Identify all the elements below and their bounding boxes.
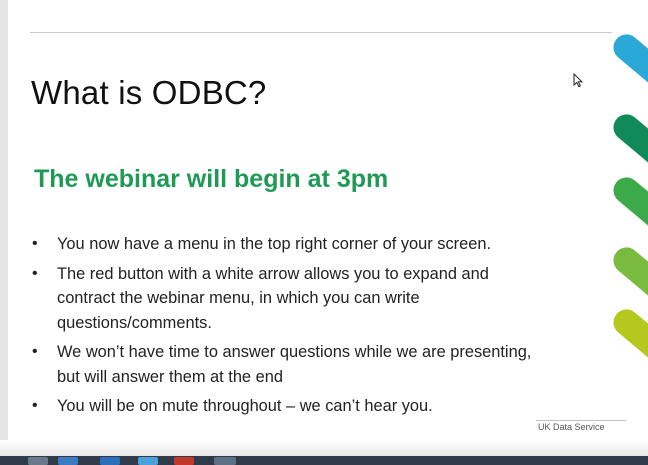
decorative-stripe-green	[608, 172, 648, 250]
bullet-item: • We won’t have time to answer questions…	[30, 340, 550, 389]
window-left-edge	[0, 0, 8, 440]
bullet-marker: •	[32, 397, 38, 414]
taskbar-app-icon[interactable]	[138, 457, 158, 465]
bullet-marker: •	[32, 343, 38, 360]
slide-title: What is ODBC?	[31, 74, 267, 111]
screen: What is ODBC? The webinar will begin at …	[0, 0, 648, 465]
taskbar-app-icon[interactable]	[174, 457, 194, 465]
decorative-stripe-lime	[608, 304, 648, 382]
bullet-item: • The red button with a white arrow allo…	[30, 262, 550, 336]
slide-subtitle: The webinar will begin at 3pm	[34, 165, 389, 193]
bullet-marker: •	[32, 235, 38, 252]
mouse-pointer-icon	[573, 72, 584, 93]
footer-divider-left	[536, 420, 626, 421]
bullet-item: • You will be on mute throughout – we ca…	[30, 394, 550, 419]
taskbar	[0, 456, 648, 465]
slide-top-divider	[30, 32, 612, 33]
taskbar-app-icon[interactable]	[214, 457, 236, 465]
slide-bottom-fade	[0, 440, 648, 456]
bullet-list: • You now have a menu in the top right c…	[30, 232, 550, 424]
footer-logo-text: UK Data Service	[538, 422, 605, 432]
taskbar-app-icon[interactable]	[100, 457, 120, 465]
presentation-slide: What is ODBC? The webinar will begin at …	[8, 0, 648, 438]
bullet-text: You will be on mute throughout – we can’…	[57, 397, 433, 415]
decorative-stripe-dark-green	[608, 109, 648, 187]
bullet-marker: •	[32, 264, 38, 282]
taskbar-app-icon[interactable]	[28, 457, 48, 465]
bullet-text: The red button with a white arrow allows…	[57, 264, 489, 332]
taskbar-app-icon[interactable]	[58, 457, 78, 465]
bullet-text: You now have a menu in the top right cor…	[57, 235, 492, 253]
bullet-text: We won’t have time to answer questions w…	[57, 343, 532, 386]
bullet-item: • You now have a menu in the top right c…	[30, 232, 550, 257]
decorative-stripe-blue	[608, 29, 648, 107]
